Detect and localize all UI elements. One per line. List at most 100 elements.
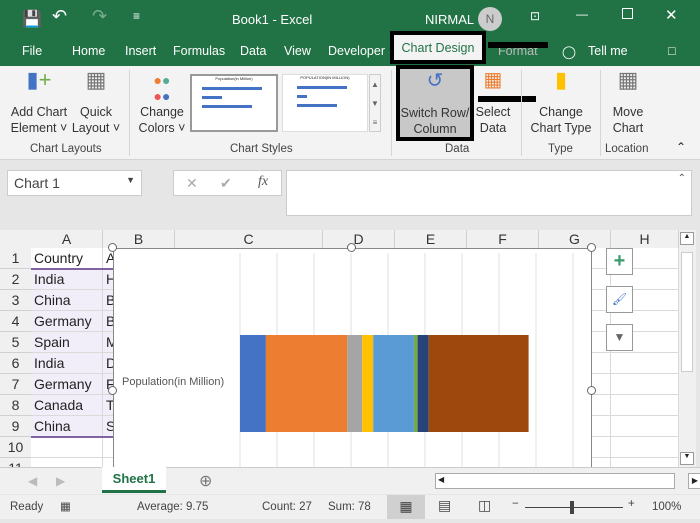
macro-recording-icon[interactable]: ▦ — [60, 499, 71, 513]
formula-input[interactable]: ⌃ — [286, 170, 692, 216]
cell[interactable] — [611, 437, 679, 458]
change-colors-button[interactable]: ●● ●● Change Colors ˅ — [136, 72, 188, 136]
row-header[interactable]: 11 — [0, 458, 31, 467]
page-layout-view-icon[interactable]: ▤ — [438, 497, 451, 514]
sheet-tab-sheet1[interactable]: Sheet1 — [102, 467, 166, 493]
page-break-view-icon[interactable]: ◫ — [478, 497, 491, 514]
cell[interactable] — [611, 395, 679, 416]
cell[interactable]: Germany — [31, 374, 103, 395]
tab-data[interactable]: Data — [240, 44, 266, 58]
cell[interactable]: Spain — [31, 332, 103, 353]
cancel-icon[interactable]: ✕ — [186, 175, 198, 192]
name-box[interactable]: Chart 1 ▼ — [7, 170, 142, 196]
row-header[interactable]: 5 — [0, 332, 31, 353]
collapse-ribbon-icon[interactable]: ⌃ — [676, 140, 686, 154]
column-header-f[interactable]: F — [467, 230, 539, 248]
prev-sheet-icon[interactable]: ◀ — [28, 474, 37, 488]
save-icon[interactable]: 💾 — [22, 9, 42, 29]
bar-segment-4[interactable] — [362, 335, 374, 432]
row-header[interactable]: 7 — [0, 374, 31, 395]
column-header-h[interactable]: H — [611, 230, 679, 248]
chart-filters-button[interactable]: ▼ — [606, 324, 633, 351]
undo-icon[interactable]: ↶ — [52, 6, 67, 27]
tab-home[interactable]: Home — [72, 44, 105, 58]
tab-insert[interactable]: Insert — [125, 44, 156, 58]
scroll-left-icon[interactable]: ◀ — [438, 475, 444, 484]
cell[interactable]: India — [31, 269, 103, 290]
row-header[interactable]: 1 — [0, 248, 31, 269]
zoom-level[interactable]: 100% — [652, 501, 681, 513]
resize-handle[interactable] — [108, 386, 117, 395]
row-header[interactable]: 2 — [0, 269, 31, 290]
chart-styles-button[interactable]: 🖌 — [606, 286, 633, 313]
zoom-slider-thumb[interactable] — [570, 501, 574, 514]
resize-handle[interactable] — [587, 386, 596, 395]
customize-qat-icon[interactable]: ≡ — [133, 9, 140, 23]
column-header-e[interactable]: E — [395, 230, 467, 248]
chart-elements-button[interactable]: + — [606, 248, 633, 275]
comments-icon[interactable]: □ — [668, 44, 676, 58]
cell[interactable]: Canada — [31, 395, 103, 416]
row-header[interactable]: 6 — [0, 353, 31, 374]
enter-icon[interactable]: ✔ — [220, 175, 232, 192]
normal-view-icon[interactable]: ▦ — [387, 495, 425, 519]
row-header[interactable]: 8 — [0, 395, 31, 416]
cell[interactable]: China — [31, 416, 103, 437]
column-header-a[interactable]: A — [31, 230, 103, 248]
zoom-in-icon[interactable]: + — [628, 498, 635, 510]
resize-handle[interactable] — [108, 243, 117, 252]
resize-handle[interactable] — [587, 243, 596, 252]
cell[interactable] — [611, 353, 679, 374]
select-all-button[interactable] — [0, 230, 31, 248]
bar-segment-1[interactable] — [240, 335, 266, 432]
row-header[interactable]: 9 — [0, 416, 31, 437]
redo-icon[interactable]: ↷ — [92, 6, 107, 27]
cell[interactable] — [611, 458, 679, 467]
scroll-down-icon[interactable]: ▼ — [680, 452, 694, 465]
tab-developer[interactable]: Developer — [328, 44, 385, 58]
zoom-slider[interactable] — [525, 501, 623, 514]
insert-function-icon[interactable]: fx — [258, 174, 268, 190]
resize-handle[interactable] — [347, 243, 356, 252]
scroll-right-icon[interactable]: ▶ — [688, 473, 700, 489]
chart-style-2[interactable]: POPULATION(IN MILLION) — [282, 74, 368, 132]
cell[interactable]: India — [31, 353, 103, 374]
row-header[interactable]: 4 — [0, 311, 31, 332]
cell[interactable] — [31, 437, 103, 458]
row-header[interactable]: 3 — [0, 290, 31, 311]
scroll-up-icon[interactable]: ▲ — [680, 232, 694, 245]
bar-segment-8[interactable] — [428, 335, 529, 432]
switch-row-column-button[interactable]: ↺ Switch Row/Column — [396, 65, 474, 141]
minimize-icon[interactable]: — — [576, 7, 588, 21]
next-sheet-icon[interactable]: ▶ — [56, 474, 65, 488]
select-data-button[interactable]: ▦ Select Data — [474, 70, 512, 136]
zoom-out-icon[interactable]: − — [512, 498, 519, 510]
column-header-c[interactable]: C — [175, 230, 323, 248]
new-sheet-icon[interactable]: ⊕ — [199, 471, 212, 491]
bar-segment-5[interactable] — [373, 335, 414, 432]
tab-chart-design[interactable]: Chart Design — [390, 31, 486, 64]
tab-view[interactable]: View — [284, 44, 311, 58]
cell[interactable] — [611, 374, 679, 395]
tab-formulas[interactable]: Formulas — [173, 44, 225, 58]
style-gallery-scroll[interactable]: ▲ ▼ ≡ — [369, 74, 381, 132]
cell[interactable] — [611, 416, 679, 437]
scroll-thumb[interactable] — [681, 252, 693, 372]
bar-segment-6[interactable] — [413, 335, 418, 432]
cell[interactable]: Germany — [31, 311, 103, 332]
quick-layout-button[interactable]: ▦ Quick Layout ˅ — [70, 69, 122, 136]
bar-segment-2[interactable] — [265, 335, 348, 432]
column-header-d[interactable]: D — [323, 230, 395, 248]
move-chart-button[interactable]: ▦ Move Chart — [604, 69, 652, 136]
cell[interactable]: Country — [31, 248, 103, 269]
avatar[interactable]: N — [478, 7, 502, 31]
horizontal-scrollbar[interactable]: ◀ ▶ — [435, 473, 700, 489]
row-header[interactable]: 10 — [0, 437, 31, 458]
chart-style-1[interactable]: Population(in Million) — [190, 74, 278, 132]
tab-file[interactable]: File — [22, 44, 42, 58]
cell[interactable] — [31, 458, 103, 467]
add-chart-element-button[interactable]: ▮+ Add Chart Element ˅ — [8, 69, 70, 136]
change-chart-type-button[interactable]: ▮ Change Chart Type — [526, 69, 596, 136]
maximize-icon[interactable] — [622, 8, 633, 19]
expand-formula-bar-icon[interactable]: ⌃ — [678, 173, 686, 184]
